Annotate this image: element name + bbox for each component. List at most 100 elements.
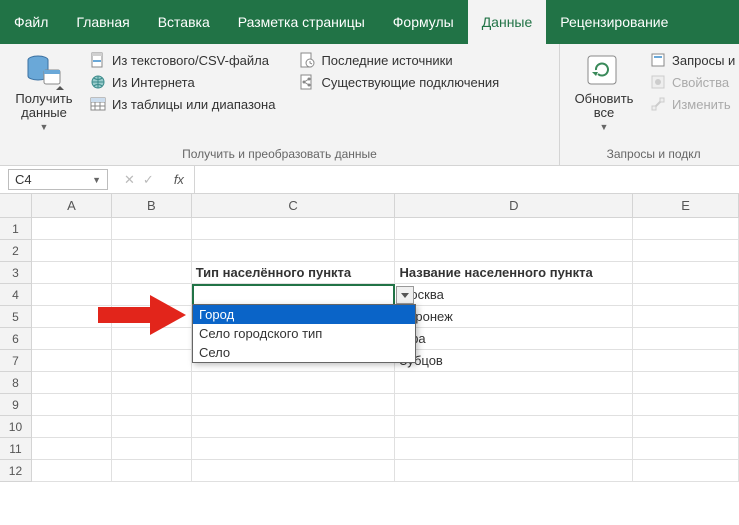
cell-E5[interactable] <box>633 306 739 328</box>
cell-A10[interactable] <box>32 416 112 438</box>
tab-insert[interactable]: Вставка <box>144 0 224 44</box>
cell-D11[interactable] <box>395 438 633 460</box>
fx-label[interactable]: fx <box>164 172 194 187</box>
cell-B3[interactable] <box>112 262 192 284</box>
row-header[interactable]: 2 <box>0 240 32 262</box>
name-box[interactable]: C4 ▼ <box>8 169 108 190</box>
cell-A2[interactable] <box>32 240 112 262</box>
cell-A9[interactable] <box>32 394 112 416</box>
cell-B10[interactable] <box>112 416 192 438</box>
queries-button[interactable]: Запросы и <box>646 50 739 70</box>
cell-A3[interactable] <box>32 262 112 284</box>
cell-B12[interactable] <box>112 460 192 482</box>
cell-D7[interactable]: Зубцов <box>395 350 633 372</box>
cancel-icon[interactable]: ✕ <box>124 172 135 188</box>
cell-E12[interactable] <box>633 460 739 482</box>
cell-D12[interactable] <box>395 460 633 482</box>
tab-formulas[interactable]: Формулы <box>379 0 468 44</box>
cell-C12[interactable] <box>192 460 396 482</box>
tab-home[interactable]: Главная <box>62 0 143 44</box>
from-csv-button[interactable]: Из текстового/CSV-файла <box>86 50 279 70</box>
cell-E3[interactable] <box>633 262 739 284</box>
cell-E10[interactable] <box>633 416 739 438</box>
grid-row: 10 <box>0 416 739 438</box>
cell-D4[interactable]: Москва <box>395 284 633 306</box>
cell-E7[interactable] <box>633 350 739 372</box>
cell-C8[interactable] <box>192 372 396 394</box>
cell-D5[interactable]: Воронеж <box>395 306 633 328</box>
row-header[interactable]: 6 <box>0 328 32 350</box>
grid-row: 8 <box>0 372 739 394</box>
from-table-button[interactable]: Из таблицы или диапазона <box>86 94 279 114</box>
row-header[interactable]: 12 <box>0 460 32 482</box>
cell-D9[interactable] <box>395 394 633 416</box>
cell-C9[interactable] <box>192 394 396 416</box>
properties-button[interactable]: Свойства <box>646 72 739 92</box>
cell-E11[interactable] <box>633 438 739 460</box>
cell-E8[interactable] <box>633 372 739 394</box>
row-header[interactable]: 4 <box>0 284 32 306</box>
dropdown-option[interactable]: Село <box>193 343 415 362</box>
cell-B2[interactable] <box>112 240 192 262</box>
cell-D6[interactable]: Уфа <box>395 328 633 350</box>
row-header[interactable]: 3 <box>0 262 32 284</box>
cell-B1[interactable] <box>112 218 192 240</box>
cell-C2[interactable] <box>192 240 396 262</box>
row-header[interactable]: 8 <box>0 372 32 394</box>
row-header[interactable]: 5 <box>0 306 32 328</box>
col-header-d[interactable]: D <box>395 194 633 217</box>
tab-data[interactable]: Данные <box>468 0 547 44</box>
cell-C4[interactable] <box>192 284 396 306</box>
cell-E6[interactable] <box>633 328 739 350</box>
refresh-all-button[interactable]: Обновить все ▼ <box>568 48 640 132</box>
cell-C11[interactable] <box>192 438 396 460</box>
cell-E4[interactable] <box>633 284 739 306</box>
edit-links-button[interactable]: Изменить <box>646 94 739 114</box>
cell-B11[interactable] <box>112 438 192 460</box>
cell-D8[interactable] <box>395 372 633 394</box>
row-header[interactable]: 9 <box>0 394 32 416</box>
cell-B8[interactable] <box>112 372 192 394</box>
col-header-e[interactable]: E <box>633 194 739 217</box>
cell-C3[interactable]: Тип населённого пункта <box>192 262 396 284</box>
col-header-a[interactable]: A <box>32 194 112 217</box>
confirm-icon[interactable]: ✓ <box>143 172 154 188</box>
dropdown-option[interactable]: Село городского тип <box>193 324 415 343</box>
row-header[interactable]: 1 <box>0 218 32 240</box>
from-web-button[interactable]: Из Интернета <box>86 72 279 92</box>
tab-review[interactable]: Рецензирование <box>546 0 682 44</box>
cell-D10[interactable] <box>395 416 633 438</box>
csv-file-icon <box>90 52 106 68</box>
get-data-button[interactable]: Получить данные ▼ <box>8 48 80 132</box>
refresh-icon <box>584 52 624 90</box>
tab-file[interactable]: Файл <box>0 0 62 44</box>
cell-D1[interactable] <box>395 218 633 240</box>
cell-D3[interactable]: Название населенного пункта <box>395 262 633 284</box>
tab-page-layout[interactable]: Разметка страницы <box>224 0 379 44</box>
cell-E9[interactable] <box>633 394 739 416</box>
table-icon <box>90 96 106 112</box>
dropdown-option[interactable]: Город <box>193 305 415 324</box>
col-header-b[interactable]: B <box>112 194 192 217</box>
cell-A11[interactable] <box>32 438 112 460</box>
cell-A7[interactable] <box>32 350 112 372</box>
row-header[interactable]: 10 <box>0 416 32 438</box>
cell-C10[interactable] <box>192 416 396 438</box>
existing-connections-button[interactable]: Существующие подключения <box>295 72 503 92</box>
data-validation-dropdown-button[interactable] <box>396 286 414 304</box>
row-header[interactable]: 7 <box>0 350 32 372</box>
recent-sources-button[interactable]: Последние источники <box>295 50 503 70</box>
col-header-c[interactable]: C <box>192 194 396 217</box>
cell-A8[interactable] <box>32 372 112 394</box>
cell-C1[interactable] <box>192 218 396 240</box>
cell-B9[interactable] <box>112 394 192 416</box>
cell-E2[interactable] <box>633 240 739 262</box>
formula-input[interactable] <box>194 166 739 193</box>
cell-A1[interactable] <box>32 218 112 240</box>
cell-B7[interactable] <box>112 350 192 372</box>
cell-E1[interactable] <box>633 218 739 240</box>
cell-A12[interactable] <box>32 460 112 482</box>
cell-D2[interactable] <box>395 240 633 262</box>
select-all-corner[interactable] <box>0 194 32 217</box>
row-header[interactable]: 11 <box>0 438 32 460</box>
